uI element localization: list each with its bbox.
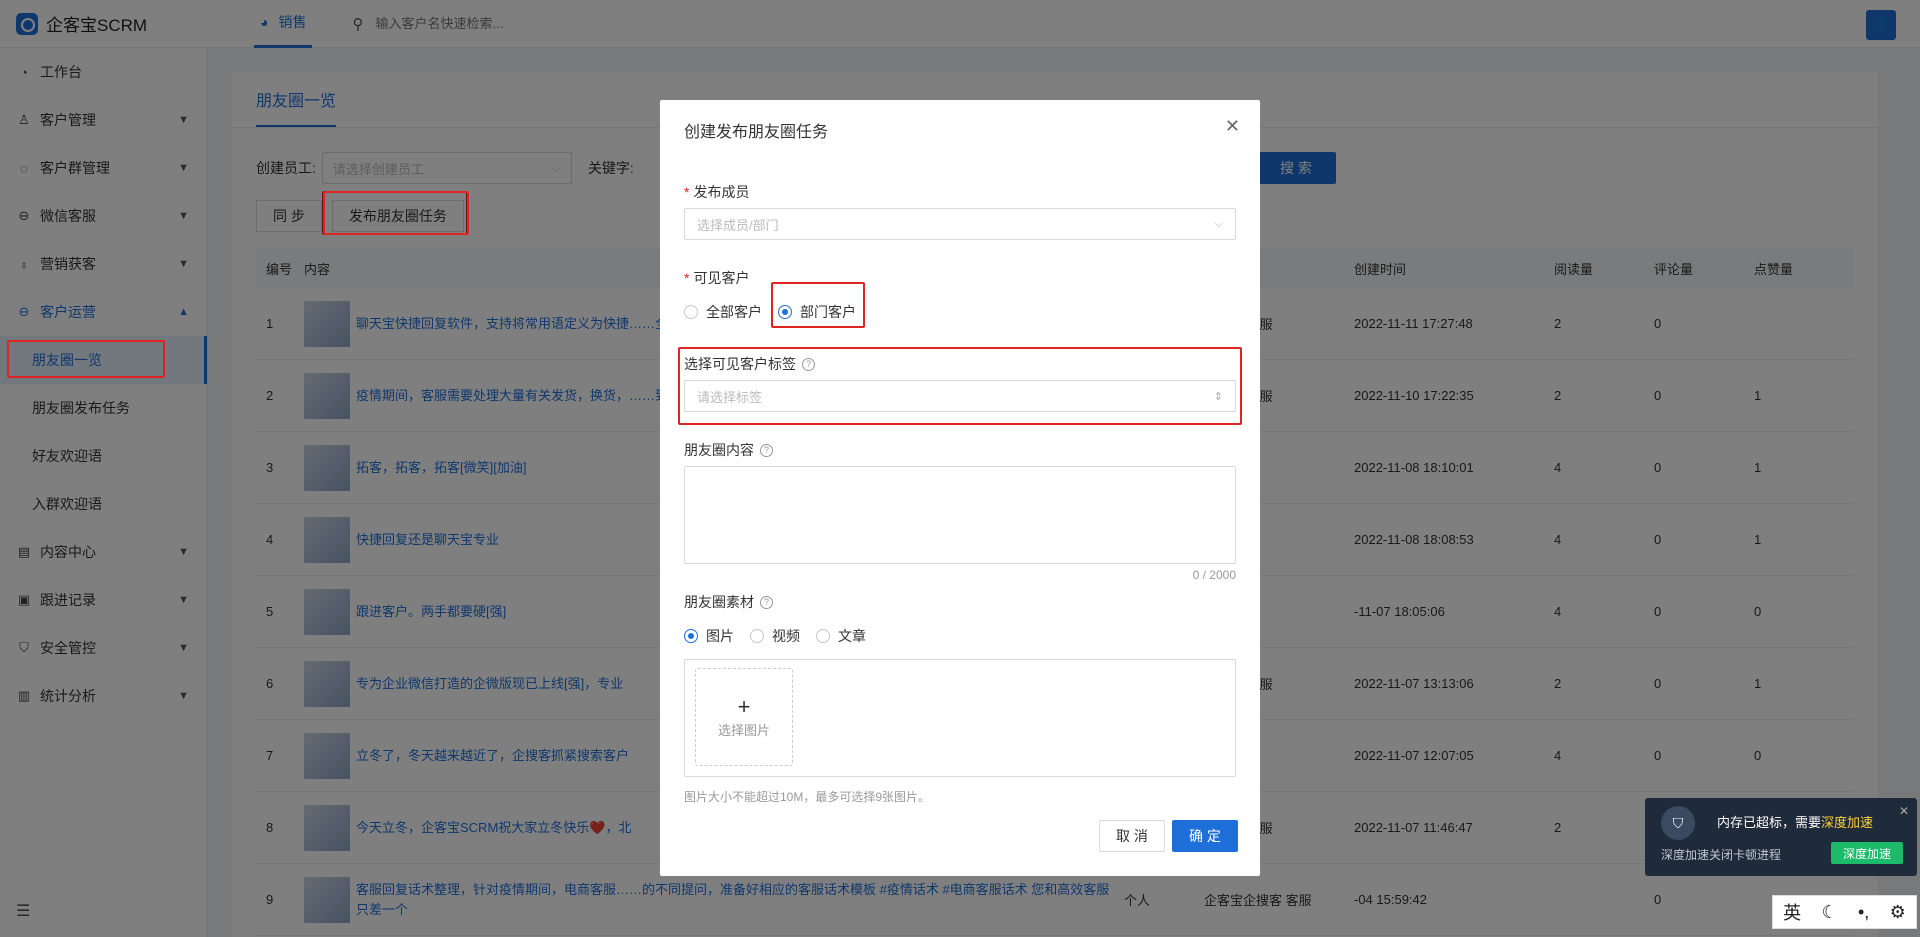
highlight-tag-field bbox=[678, 347, 1242, 425]
dialog-title: 创建发布朋友圈任务 bbox=[684, 124, 829, 141]
material-upload-area: + 选择图片 bbox=[684, 659, 1236, 777]
shield-icon: ⛉ bbox=[1661, 806, 1695, 840]
toast-title-text: 内存已超标，需要 bbox=[1717, 815, 1822, 830]
radio-circle-checked bbox=[684, 629, 698, 643]
radio-circle bbox=[684, 305, 698, 319]
radio-label: 图片 bbox=[706, 628, 734, 644]
member-select[interactable]: 选择成员/部门 ⌵ bbox=[684, 208, 1236, 240]
toast-subtitle: 深度加速关闭卡顿进程 bbox=[1661, 848, 1782, 862]
chevron-down-icon: ⌵ bbox=[1214, 217, 1223, 230]
ime-lang-toggle[interactable]: 英 bbox=[1783, 899, 1801, 925]
help-icon[interactable]: ? bbox=[760, 443, 773, 457]
upload-hint: 图片大小不能超过10M，最多可选择9张图片。 bbox=[684, 790, 931, 804]
create-moments-task-dialog: 创建发布朋友圈任务 ✕ * 发布成员 选择成员/部门 ⌵ * 可见客户 全部客户… bbox=[660, 100, 1260, 876]
close-icon[interactable]: ✕ bbox=[1899, 804, 1909, 818]
upload-label: 选择图片 bbox=[717, 722, 770, 738]
required-mark: * bbox=[684, 270, 690, 286]
deep-accelerate-button[interactable]: 深度加速 bbox=[1831, 842, 1903, 864]
highlight-sidebar-moments bbox=[7, 340, 165, 378]
close-icon[interactable]: ✕ bbox=[1225, 116, 1240, 137]
moments-content-textarea[interactable] bbox=[684, 466, 1236, 564]
highlight-publish-button-overlay bbox=[323, 191, 469, 235]
radio-label: 文章 bbox=[838, 628, 866, 644]
plus-icon: + bbox=[737, 693, 751, 719]
char-counter: 0 / 2000 bbox=[1192, 568, 1236, 582]
radio-image[interactable]: 图片 bbox=[684, 626, 734, 646]
material-radio-group: 图片 视频 文章 bbox=[684, 626, 882, 646]
radio-circle bbox=[750, 629, 764, 643]
radio-label: 视频 bbox=[772, 628, 800, 644]
memory-warning-toast: ⛉ 内存已超标，需要深度加速 ✕ 深度加速关闭卡顿进程 深度加速 bbox=[1645, 798, 1917, 876]
visible-label-text: 可见客户 bbox=[693, 270, 750, 286]
member-label: * 发布成员 bbox=[684, 182, 749, 202]
material-label: 朋友圈素材 ? bbox=[684, 592, 773, 612]
help-icon[interactable]: ? bbox=[760, 595, 773, 609]
radio-video[interactable]: 视频 bbox=[750, 626, 800, 646]
required-mark: * bbox=[684, 184, 690, 200]
punctuation-icon[interactable]: •, bbox=[1858, 902, 1869, 923]
ime-toolbar: 英 ☾ •, ⚙ bbox=[1772, 895, 1917, 929]
moon-icon[interactable]: ☾ bbox=[1822, 902, 1838, 923]
member-label-text: 发布成员 bbox=[693, 184, 750, 200]
radio-all-customers[interactable]: 全部客户 bbox=[684, 302, 762, 322]
visible-label: * 可见客户 bbox=[684, 268, 749, 288]
material-label-text: 朋友圈素材 bbox=[684, 594, 754, 610]
radio-label: 全部客户 bbox=[706, 304, 762, 320]
confirm-button[interactable]: 确 定 bbox=[1172, 820, 1238, 852]
cancel-button[interactable]: 取 消 bbox=[1099, 820, 1165, 852]
content-label: 朋友圈内容 ? bbox=[684, 440, 773, 460]
toast-title-accent: 深度加速 bbox=[1821, 815, 1874, 830]
gear-icon[interactable]: ⚙ bbox=[1890, 902, 1906, 923]
highlight-department-radio bbox=[771, 282, 865, 328]
toast-title: 内存已超标，需要深度加速 bbox=[1717, 812, 1873, 831]
content-label-text: 朋友圈内容 bbox=[684, 442, 754, 458]
select-image-button[interactable]: + 选择图片 bbox=[695, 668, 793, 766]
member-select-placeholder: 选择成员/部门 bbox=[697, 217, 779, 233]
radio-article[interactable]: 文章 bbox=[816, 626, 866, 646]
radio-circle bbox=[816, 629, 830, 643]
